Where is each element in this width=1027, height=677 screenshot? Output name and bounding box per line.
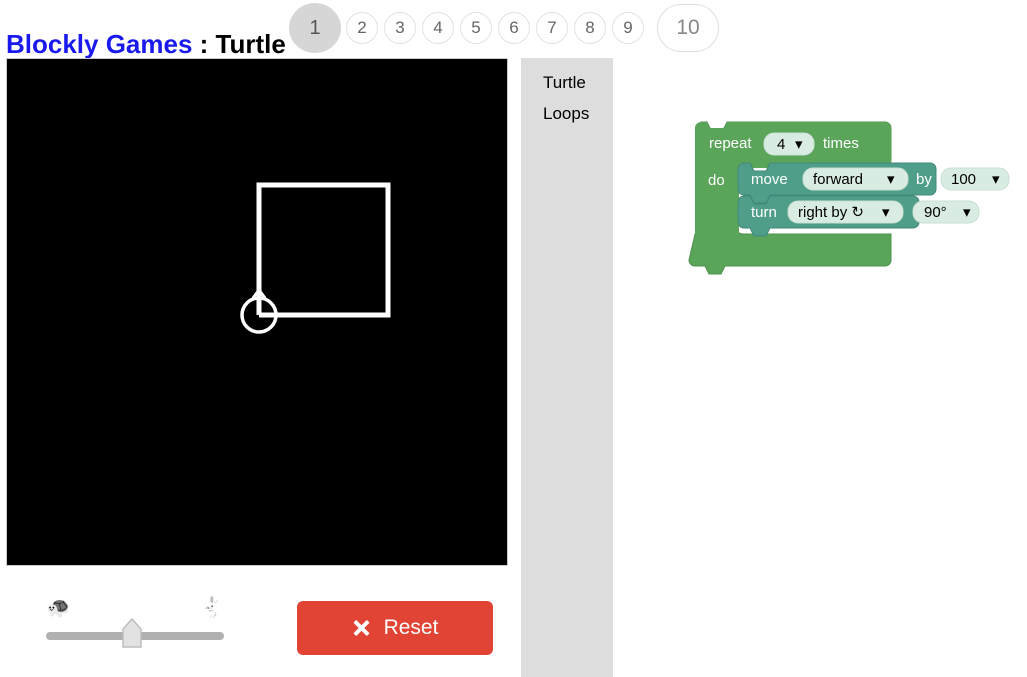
level-button-4[interactable]: 4: [422, 12, 454, 44]
block-turn[interactable]: turn right by ↻ ▾ 90° ▾: [737, 195, 980, 237]
turtle-game-page: Blockly Games : Turtle 1 2 3 4 5 6 7 8 9 10 🐢 🐇 R…: [0, 0, 1027, 677]
repeat-count-value: 4: [777, 136, 785, 153]
toolbox-category-turtle[interactable]: Turtle: [543, 73, 586, 93]
level-button-9[interactable]: 9: [612, 12, 644, 44]
turn-angle-field[interactable]: 90° ▾: [912, 200, 980, 224]
slider-knob[interactable]: [119, 616, 145, 648]
chevron-down-icon[interactable]: ▾: [882, 204, 890, 221]
turtle-visualization: [6, 58, 508, 566]
level-button-7[interactable]: 7: [536, 12, 568, 44]
move-distance-value: 100: [951, 171, 976, 188]
level-button-3[interactable]: 3: [384, 12, 416, 44]
turn-label: turn: [751, 204, 777, 221]
title-separator: :: [192, 29, 216, 60]
page-header: Blockly Games : Turtle 1 2 3 4 5 6 7 8 9 10: [0, 0, 1027, 59]
reset-button[interactable]: Reset: [297, 601, 493, 655]
slider-knob-shape[interactable]: [122, 617, 142, 648]
reset-button-label: Reset: [383, 616, 439, 639]
level-button-10[interactable]: 10: [657, 4, 719, 52]
rabbit-icon: 🐇: [201, 597, 226, 619]
turtle-icon: 🐢: [46, 597, 71, 619]
repeat-count-bg[interactable]: [763, 132, 815, 156]
turn-angle-value: 90°: [924, 204, 947, 221]
level-button-5[interactable]: 5: [460, 12, 492, 44]
level-selector: 1 2 3 4 5 6 7 8 9 10: [289, 3, 722, 53]
move-direction-value: forward: [813, 171, 863, 188]
close-x-icon: [352, 619, 371, 638]
chevron-down-icon[interactable]: ▾: [963, 204, 971, 221]
page-title: Blockly Games : Turtle: [6, 28, 286, 60]
blockly-area: Turtle Loops repeat 4 ▾ times do move fo…: [521, 58, 1027, 677]
chevron-down-icon[interactable]: ▾: [795, 136, 803, 153]
blockly-toolbox: Turtle Loops: [521, 58, 614, 677]
level-button-6[interactable]: 6: [498, 12, 530, 44]
blocks-canvas: repeat 4 ▾ times do move forward ▾ by 10…: [688, 121, 1010, 275]
repeat-count-field[interactable]: 4 ▾: [763, 132, 815, 156]
repeat-times-label: times: [823, 135, 859, 152]
game-name: Turtle: [215, 29, 286, 60]
repeat-do-label: do: [708, 172, 725, 189]
speed-slider[interactable]: 🐢 🐇: [6, 590, 271, 660]
level-button-1[interactable]: 1: [289, 3, 341, 53]
move-direction-field[interactable]: forward ▾: [802, 167, 909, 191]
repeat-label: repeat: [709, 135, 752, 152]
move-distance-field[interactable]: 100 ▾: [940, 167, 1010, 191]
turn-direction-field[interactable]: right by ↻ ▾: [787, 200, 904, 224]
blockly-workspace[interactable]: repeat 4 ▾ times do move forward ▾ by 10…: [613, 58, 1027, 677]
level-button-2[interactable]: 2: [346, 12, 378, 44]
toolbox-category-loops[interactable]: Loops: [543, 104, 589, 124]
brand-link[interactable]: Blockly Games: [6, 29, 192, 59]
chevron-down-icon[interactable]: ▾: [992, 171, 1000, 188]
move-by-label: by: [916, 171, 932, 188]
chevron-down-icon[interactable]: ▾: [887, 171, 895, 188]
turtle-drawing-canvas: [7, 59, 507, 565]
move-label: move: [751, 171, 788, 188]
level-button-8[interactable]: 8: [574, 12, 606, 44]
turn-direction-value: right by ↻: [798, 204, 864, 221]
